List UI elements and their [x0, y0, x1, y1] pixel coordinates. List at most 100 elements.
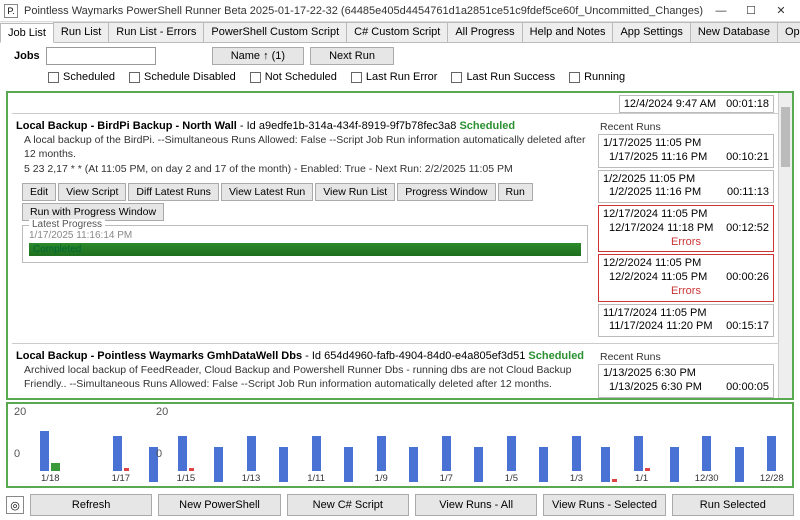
job-name: Local Backup - Pointless Waymarks GmhDat…: [16, 350, 302, 362]
view-runs-all-button[interactable]: View Runs - All: [415, 494, 537, 516]
recent-run-item[interactable]: 1/17/2025 11:05 PM1/17/2025 11:16 PM00:1…: [598, 134, 774, 168]
main-tabstrip: Job ListRun ListRun List - ErrorsPowerSh…: [0, 22, 800, 43]
close-button[interactable]: ✕: [766, 1, 796, 21]
chart-x-label: 1/17: [112, 473, 131, 484]
chart-bar: [344, 447, 353, 482]
chart-column: 1/13: [237, 421, 266, 484]
chart-x-label: 1/7: [440, 473, 453, 484]
chart-bar: [124, 468, 129, 471]
tab-run-list[interactable]: Run List: [53, 22, 109, 42]
tab-help-and-notes[interactable]: Help and Notes: [522, 22, 614, 42]
chart-bar: [735, 447, 744, 482]
chart-bar: [474, 447, 483, 482]
chart-column: 1/5: [497, 421, 526, 484]
recent-runs-header: Recent Runs: [598, 120, 774, 134]
chart-x-label: 1/13: [242, 473, 261, 484]
chart-column: 12/28: [757, 421, 786, 484]
chart-bar: [247, 436, 256, 471]
chart-bar: [767, 436, 776, 471]
chart-column: [399, 432, 428, 484]
job-id: - Id 654d4960-fafb-4904-84d0-e4a805ef3d5…: [302, 350, 525, 362]
recent-run-item[interactable]: 12/17/2024 11:05 PM12/17/2024 11:18 PM00…: [598, 205, 774, 252]
filter-last-run-success[interactable]: Last Run Success: [451, 71, 555, 83]
chart-x-label: 12/30: [695, 473, 719, 484]
tab-c-custom-script[interactable]: C# Custom Script: [346, 22, 448, 42]
view-latest-run-button[interactable]: View Latest Run: [221, 183, 313, 201]
job-item[interactable]: Local Backup - Pointless Waymarks GmhDat…: [12, 343, 778, 398]
filter-running[interactable]: Running: [569, 71, 625, 83]
chart-x-label: 1/3: [570, 473, 583, 484]
sort-button[interactable]: Name ↑ (1): [212, 47, 304, 65]
chart-bar: [189, 468, 194, 471]
window-title: Pointless Waymarks PowerShell Runner Bet…: [24, 5, 706, 17]
new-powershell-button[interactable]: New PowerShell: [158, 494, 280, 516]
chart-x-label: 1/1: [635, 473, 648, 484]
chart-column: [660, 432, 689, 484]
chart-bar: [612, 479, 617, 482]
filter-last-run-error[interactable]: Last Run Error: [351, 71, 438, 83]
recent-runs-panel: Recent Runs1/17/2025 11:05 PM1/17/2025 1…: [598, 120, 774, 339]
next-run-button[interactable]: Next Run: [310, 47, 394, 65]
filter-schedule-disabled[interactable]: Schedule Disabled: [129, 71, 236, 83]
chart-bar: [702, 436, 711, 471]
prev-run-summary: 12/4/2024 9:47 AM 00:01:18: [619, 95, 774, 113]
open-database-button[interactable]: Open Database: [777, 22, 800, 42]
chart-column: 1/18: [36, 421, 65, 484]
recent-run-item[interactable]: 1/13/2025 6:30 PM1/13/2025 6:30 PM00:00:…: [598, 364, 774, 398]
tab-job-list[interactable]: Job List: [0, 23, 54, 43]
prev-run-duration: 00:01:18: [726, 98, 769, 110]
job-list-pane: 12/4/2024 9:47 AM 00:01:18 Local Backup …: [6, 91, 794, 400]
chart-column: 1/7: [432, 421, 461, 484]
chart-bar: [670, 447, 679, 482]
run-button[interactable]: Run: [498, 183, 533, 201]
new-database-button[interactable]: New Database: [690, 22, 778, 42]
view-run-list-button[interactable]: View Run List: [315, 183, 395, 201]
chart-bar: [51, 463, 60, 471]
chart-x-label: 1/15: [177, 473, 196, 484]
job-status: Scheduled: [528, 350, 584, 362]
chart-bar: [113, 436, 122, 471]
tab-all-progress[interactable]: All Progress: [447, 22, 522, 42]
new-c-script-button[interactable]: New C# Script: [287, 494, 409, 516]
recent-runs-panel: Recent Runs1/13/2025 6:30 PM1/13/2025 6:…: [598, 350, 774, 398]
bottom-action-bar: ◎ Refresh New PowerShell New C# Script View…: [0, 490, 800, 520]
vertical-scrollbar[interactable]: [778, 93, 792, 398]
refresh-button[interactable]: Refresh: [30, 494, 152, 516]
chart-column: 1/1: [627, 421, 656, 484]
recent-run-item[interactable]: 1/2/2025 11:05 PM1/2/2025 11:16 PM00:11:…: [598, 170, 774, 204]
edit-button[interactable]: Edit: [22, 183, 56, 201]
chart-bar: [645, 468, 650, 471]
view-runs-selected-button[interactable]: View Runs - Selected: [543, 494, 665, 516]
screenshot-icon[interactable]: ◎: [6, 496, 24, 514]
maximize-button[interactable]: ☐: [736, 1, 766, 21]
chart-bar: [214, 447, 223, 482]
filter-not-scheduled[interactable]: Not Scheduled: [250, 71, 337, 83]
prev-run-time: 12/4/2024 9:47 AM: [624, 98, 716, 110]
recent-run-item[interactable]: 11/17/2024 11:05 PM11/17/2024 11:20 PM00…: [598, 304, 774, 338]
chart-column: [530, 432, 559, 484]
job-schedule: 5 23 2,17 * * (At 11:05 PM, on day 2 and…: [24, 163, 592, 177]
recent-run-item[interactable]: 12/2/2024 11:05 PM12/2/2024 11:05 PM00:0…: [598, 254, 774, 301]
view-script-button[interactable]: View Script: [58, 183, 126, 201]
job-status: Scheduled: [459, 120, 515, 132]
tab-powershell-custom-script[interactable]: PowerShell Custom Script: [203, 22, 347, 42]
progress-bar: Completed: [29, 243, 581, 256]
job-id: - Id a9edfe1b-314a-434f-8919-9f7b78fec3a…: [237, 120, 457, 132]
tab-app-settings[interactable]: App Settings: [612, 22, 690, 42]
chart-column: [595, 432, 624, 484]
minimize-button[interactable]: —: [706, 1, 736, 21]
chart-column: 12/30: [692, 421, 721, 484]
tab-run-list-errors[interactable]: Run List - Errors: [108, 22, 204, 42]
progress-window-button[interactable]: Progress Window: [397, 183, 495, 201]
runs-chart: 200 200 1/181/171/151/131/111/91/71/51/3…: [6, 402, 794, 488]
diff-latest-runs-button[interactable]: Diff Latest Runs: [128, 183, 219, 201]
chart-column: [269, 432, 298, 484]
chart-column: 1/15: [172, 421, 201, 484]
jobs-filter-input[interactable]: [46, 47, 156, 65]
filter-scheduled[interactable]: Scheduled: [48, 71, 115, 83]
job-item[interactable]: Local Backup - BirdPi Backup - North Wal…: [12, 113, 778, 343]
chart-bar: [409, 447, 418, 482]
chart-bar: [377, 436, 386, 471]
chart-bar: [442, 436, 451, 471]
run-selected-button[interactable]: Run Selected: [672, 494, 794, 516]
